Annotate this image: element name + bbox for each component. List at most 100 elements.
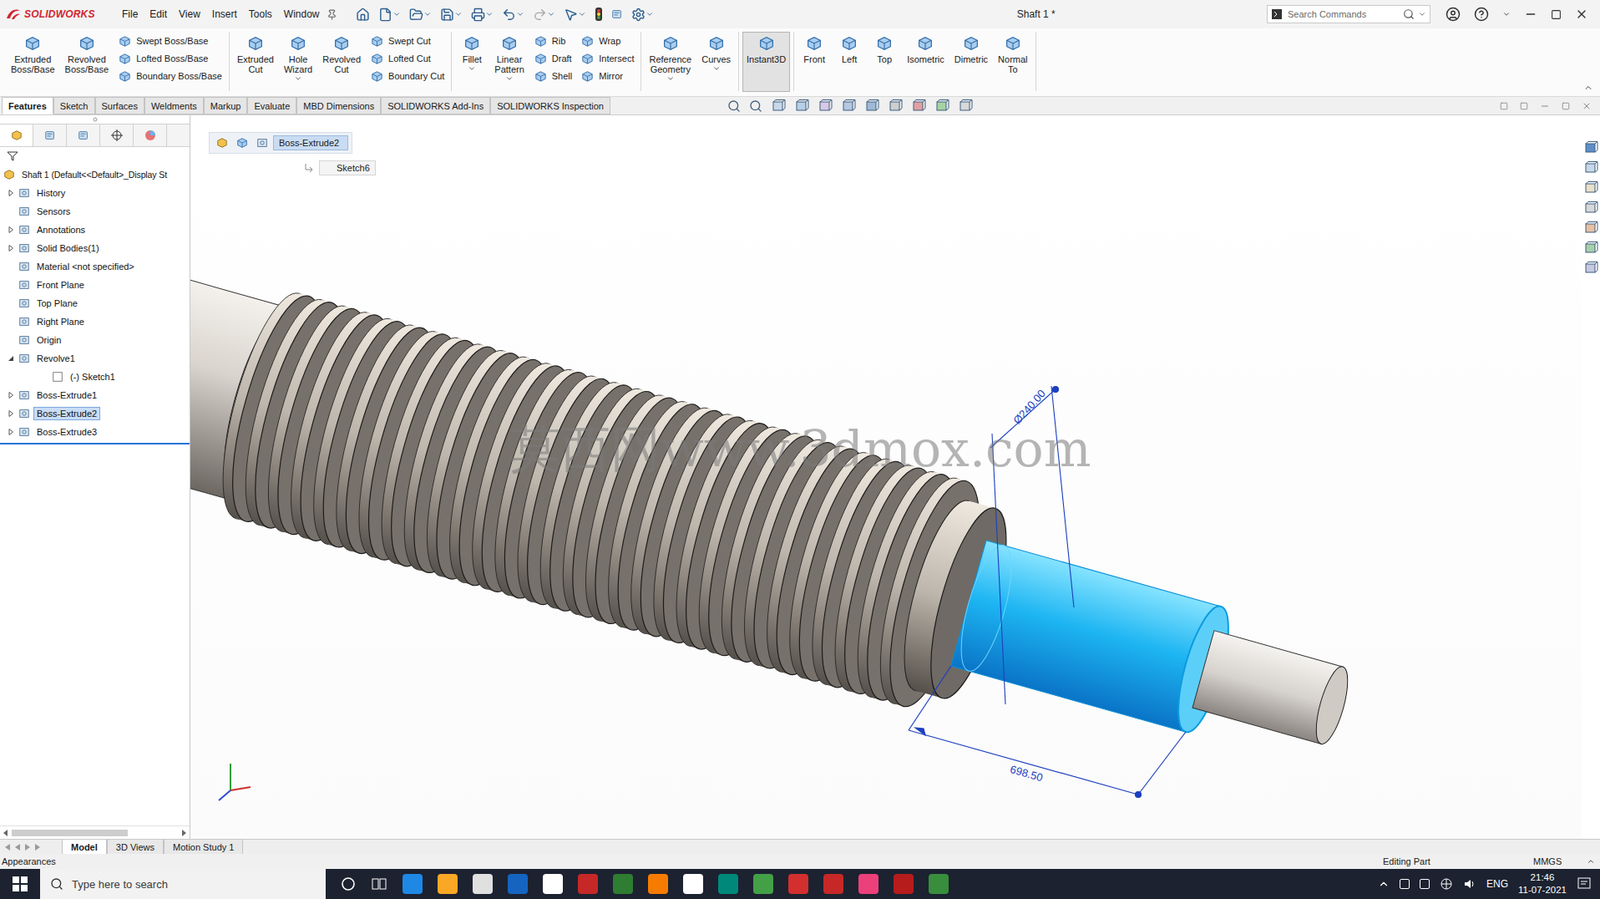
- ribbon-button[interactable]: Isometric: [902, 31, 949, 92]
- horizontal-scrollbar[interactable]: [0, 825, 190, 839]
- minimize-icon[interactable]: [1524, 7, 1538, 21]
- expand-arrow-icon[interactable]: [7, 410, 15, 417]
- command-tab[interactable]: SOLIDWORKS Inspection: [490, 96, 611, 115]
- taskbar-app-icon[interactable]: [823, 873, 844, 894]
- clock[interactable]: 21:4611-07-2021: [1518, 870, 1567, 897]
- appearance-icon[interactable]: [143, 128, 157, 142]
- panel-tab[interactable]: [100, 124, 134, 147]
- windows-icon[interactable]: [12, 875, 28, 892]
- command-tab[interactable]: Evaluate: [247, 96, 297, 115]
- tab-nav-arrow-icon[interactable]: [3, 843, 12, 851]
- tree-item-label[interactable]: History: [33, 186, 69, 200]
- taskbar-app-icon[interactable]: [472, 873, 493, 894]
- ribbon-small-button[interactable]: Boundary Cut: [369, 68, 445, 84]
- scene-icon[interactable]: [934, 98, 950, 114]
- model-tab[interactable]: Model: [61, 839, 107, 854]
- close-icon[interactable]: [1581, 101, 1592, 112]
- tree-item-label[interactable]: Boss-Extrude2: [33, 406, 101, 421]
- tree-item[interactable]: Origin: [0, 330, 190, 350]
- shaft-model[interactable]: 698.50Ø240.00莫西网www.3dmox.com: [190, 115, 1582, 839]
- menu-item[interactable]: Edit: [144, 5, 173, 23]
- breadcrumb-sketch-label[interactable]: Sketch6: [318, 160, 376, 176]
- command-tab[interactable]: MBD Dimensions: [296, 96, 381, 115]
- volume-icon[interactable]: [1463, 876, 1477, 891]
- dropdown-icon[interactable]: [467, 64, 476, 73]
- resources-icon[interactable]: [1583, 140, 1599, 156]
- tree-item[interactable]: Sensors: [0, 202, 190, 221]
- ribbon-button[interactable]: LinearPattern: [490, 31, 528, 92]
- command-tab[interactable]: Weldments: [144, 96, 204, 115]
- search-box[interactable]: [1266, 5, 1431, 24]
- search-input[interactable]: [1286, 8, 1400, 21]
- tree-item[interactable]: Solid Bodies(1): [0, 238, 190, 258]
- tree-expander[interactable]: [6, 280, 16, 289]
- new-button[interactable]: [376, 5, 403, 24]
- redo-button[interactable]: [531, 5, 557, 24]
- start-button[interactable]: [0, 868, 41, 899]
- taskbar-app-icon[interactable]: [858, 873, 879, 894]
- scenes-icon[interactable]: [1583, 240, 1599, 256]
- dropdown-icon[interactable]: [666, 74, 675, 83]
- command-tab[interactable]: Markup: [203, 96, 249, 115]
- task-view-icon[interactable]: [370, 875, 388, 892]
- ribbon-small-button[interactable]: Rib: [533, 33, 573, 49]
- ribbon-small-button[interactable]: Draft: [533, 50, 573, 66]
- tree-item[interactable]: Boss-Extrude1: [0, 385, 190, 405]
- tree-item-label[interactable]: Front Plane: [33, 278, 88, 292]
- tab-nav-arrow-icon[interactable]: [13, 843, 22, 851]
- expand-arrow-icon[interactable]: [7, 189, 15, 197]
- grip-icon[interactable]: [92, 116, 98, 122]
- collapse-icon[interactable]: [1583, 82, 1594, 93]
- appearances-icon[interactable]: [1583, 220, 1599, 236]
- tree-expander[interactable]: [6, 427, 16, 436]
- tab-nav-arrow-icon[interactable]: [33, 843, 42, 851]
- taskbar-app-icon[interactable]: [612, 873, 633, 894]
- file-properties-button[interactable]: [609, 6, 625, 22]
- units-menu-icon[interactable]: [1586, 856, 1595, 866]
- ribbon-button[interactable]: Top: [867, 31, 902, 92]
- ribbon-small-button[interactable]: Lofted Boss/Base: [117, 50, 223, 66]
- undo-button[interactable]: [500, 5, 527, 24]
- filter-row[interactable]: [0, 146, 190, 166]
- ribbon-button[interactable]: NormalTo: [993, 31, 1032, 92]
- panel-tab[interactable]: [33, 124, 67, 147]
- panel-grip[interactable]: [0, 115, 190, 124]
- dropdown-icon[interactable]: [712, 64, 721, 73]
- tree-item-label[interactable]: Boss-Extrude1: [33, 388, 101, 402]
- taskbar-search-placeholder[interactable]: Type here to search: [71, 877, 168, 891]
- tree-item[interactable]: Material <not specified>: [0, 257, 190, 276]
- zoom-icon[interactable]: [727, 99, 741, 113]
- view-palette-icon[interactable]: [1583, 200, 1599, 216]
- dropdown-icon[interactable]: [423, 10, 432, 19]
- search-icon[interactable]: [1402, 8, 1415, 21]
- close-icon[interactable]: [1574, 7, 1589, 21]
- taskbar-app-icon[interactable]: [437, 873, 458, 894]
- ribbon-button[interactable]: RevolvedCut: [318, 31, 365, 92]
- expand-arrow-icon[interactable]: [7, 354, 15, 362]
- length-dimension-text[interactable]: 698.50: [1008, 762, 1044, 784]
- tree-item[interactable]: Right Plane: [0, 312, 190, 331]
- tile-icon[interactable]: [1519, 101, 1529, 111]
- design-library-icon[interactable]: [1583, 160, 1599, 176]
- breadcrumb-feature[interactable]: Boss-Extrude2: [273, 135, 349, 151]
- tab-nav-arrow-icon[interactable]: [23, 843, 32, 851]
- menu-item[interactable]: Tools: [243, 5, 278, 23]
- new-file-icon[interactable]: [378, 7, 393, 22]
- tree-item[interactable]: History: [0, 183, 190, 203]
- ribbon-button[interactable]: HoleWizard: [279, 31, 317, 92]
- breadcrumb-item[interactable]: [253, 134, 272, 152]
- tree-expander[interactable]: [6, 390, 16, 400]
- tree-item-label[interactable]: Solid Bodies(1): [33, 241, 103, 255]
- tree-item-label[interactable]: Material <not specified>: [33, 259, 138, 274]
- tree-item-label[interactable]: Top Plane: [33, 296, 82, 310]
- command-tab[interactable]: Sketch: [53, 96, 96, 115]
- dropdown-icon[interactable]: [454, 10, 463, 19]
- length-dimension[interactable]: [908, 665, 1186, 798]
- previous-view-icon[interactable]: [770, 98, 786, 114]
- battery-icon[interactable]: [1419, 878, 1430, 889]
- tree-expander[interactable]: [40, 372, 49, 381]
- dropdown-icon[interactable]: [516, 10, 525, 19]
- tree-item[interactable]: Shaft 1 (Default<<Default>_Display St: [0, 165, 190, 184]
- display-style-icon[interactable]: [864, 98, 880, 114]
- network-icon[interactable]: [1439, 876, 1454, 891]
